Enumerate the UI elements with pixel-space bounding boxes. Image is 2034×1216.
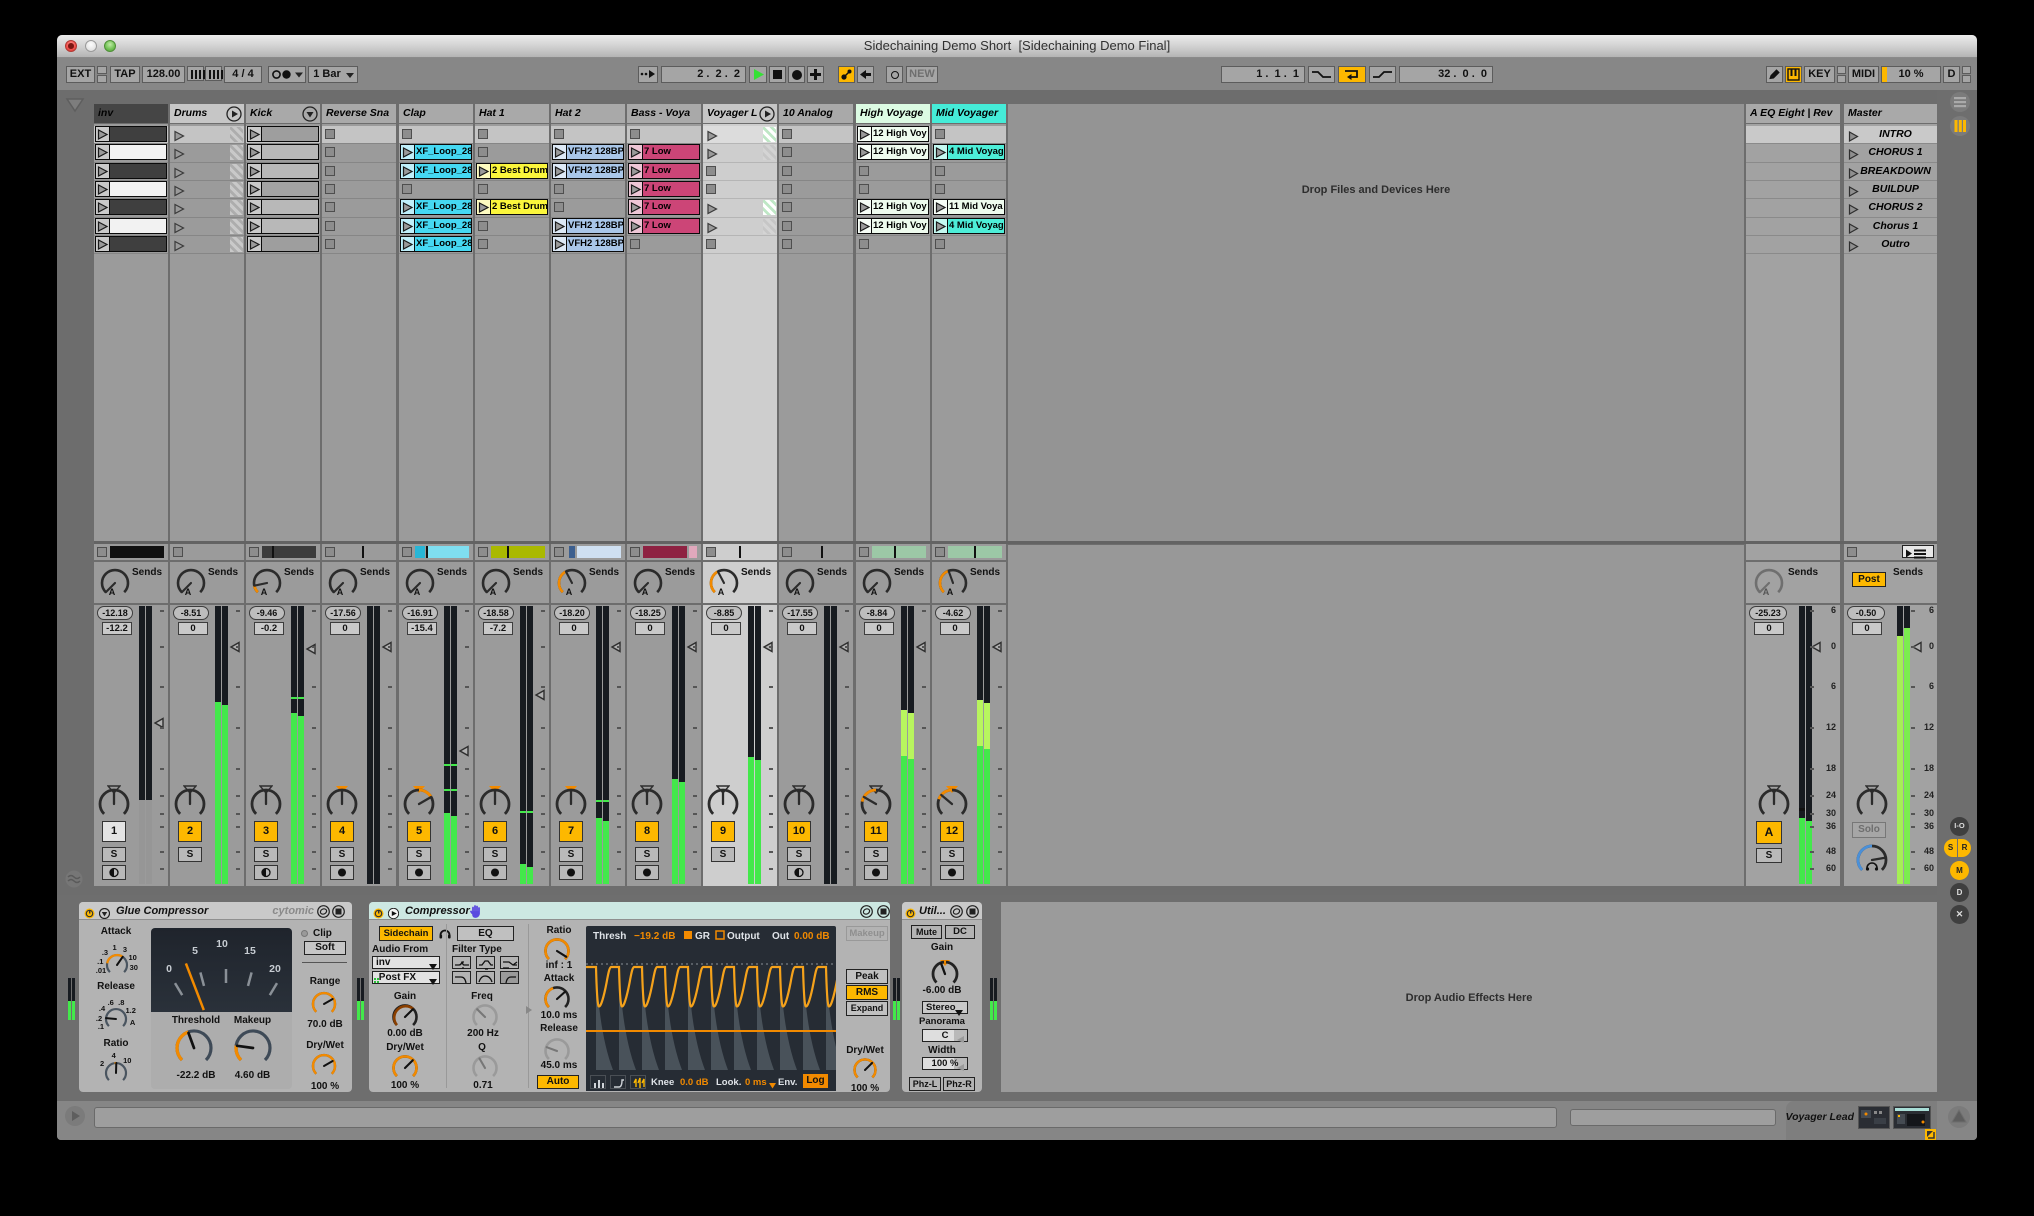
svg-text:Out: Out [772,931,790,942]
svg-text:Output: Output [727,931,760,942]
svg-text:5: 5 [192,945,198,957]
svg-text:20: 20 [269,963,281,975]
svg-text:Thresh: Thresh [593,931,626,942]
svg-text:0: 0 [166,963,172,975]
svg-text:10: 10 [216,938,228,950]
svg-text:15: 15 [244,945,256,957]
svg-text:0.00 dB: 0.00 dB [794,931,830,942]
svg-text:−19.2 dB: −19.2 dB [634,931,675,942]
svg-text:GR: GR [695,931,711,942]
